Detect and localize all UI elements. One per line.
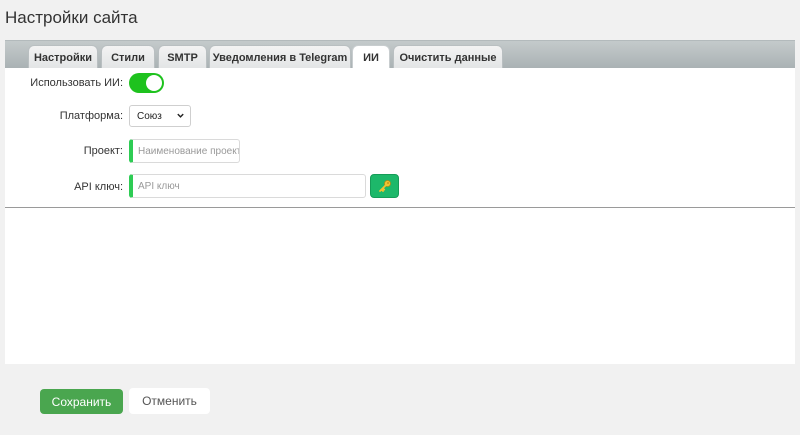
tab-settings[interactable]: Настройки bbox=[28, 45, 98, 69]
tab-label: SMTP bbox=[167, 51, 198, 64]
save-button[interactable]: Сохранить bbox=[40, 389, 123, 414]
use-ai-toggle[interactable] bbox=[129, 73, 164, 93]
page-title: Настройки сайта bbox=[5, 8, 138, 27]
api-key-button[interactable] bbox=[370, 174, 399, 198]
tab-bar: Настройки Стили SMTP Уведомления в Teleg… bbox=[5, 40, 795, 70]
tab-clear-data[interactable]: Очистить данные bbox=[393, 45, 503, 69]
api-key-input[interactable]: API ключ bbox=[129, 174, 366, 198]
tab-ai[interactable]: ИИ bbox=[352, 45, 390, 70]
platform-label: Платформа: bbox=[59, 110, 123, 122]
tab-telegram-notifications[interactable]: Уведомления в Telegram bbox=[209, 45, 351, 69]
tab-label: Уведомления в Telegram bbox=[212, 51, 348, 64]
tab-label: Настройки bbox=[33, 51, 93, 64]
project-input-placeholder: Наименование проекта bbox=[138, 145, 240, 157]
section-divider bbox=[5, 207, 795, 208]
cancel-button[interactable]: Отменить bbox=[129, 388, 210, 414]
use-ai-label: Использовать ИИ: bbox=[30, 77, 123, 89]
chevron-down-icon bbox=[177, 113, 184, 118]
platform-selected-value: Союз bbox=[137, 110, 162, 122]
key-icon bbox=[378, 180, 391, 192]
tab-label: ИИ bbox=[363, 52, 379, 64]
tab-label: Стили bbox=[111, 51, 145, 64]
ai-settings-panel: Использовать ИИ: Платформа: Союз Проект:… bbox=[5, 68, 795, 364]
toggle-knob bbox=[146, 75, 162, 91]
api-key-label: API ключ: bbox=[74, 181, 123, 193]
project-input[interactable]: Наименование проекта bbox=[129, 139, 240, 163]
tab-styles[interactable]: Стили bbox=[101, 45, 155, 69]
api-key-input-placeholder: API ключ bbox=[138, 180, 180, 192]
project-label: Проект: bbox=[83, 145, 123, 157]
tab-smtp[interactable]: SMTP bbox=[158, 45, 207, 69]
platform-select[interactable]: Союз bbox=[129, 105, 191, 127]
tab-label: Очистить данные bbox=[399, 51, 497, 64]
